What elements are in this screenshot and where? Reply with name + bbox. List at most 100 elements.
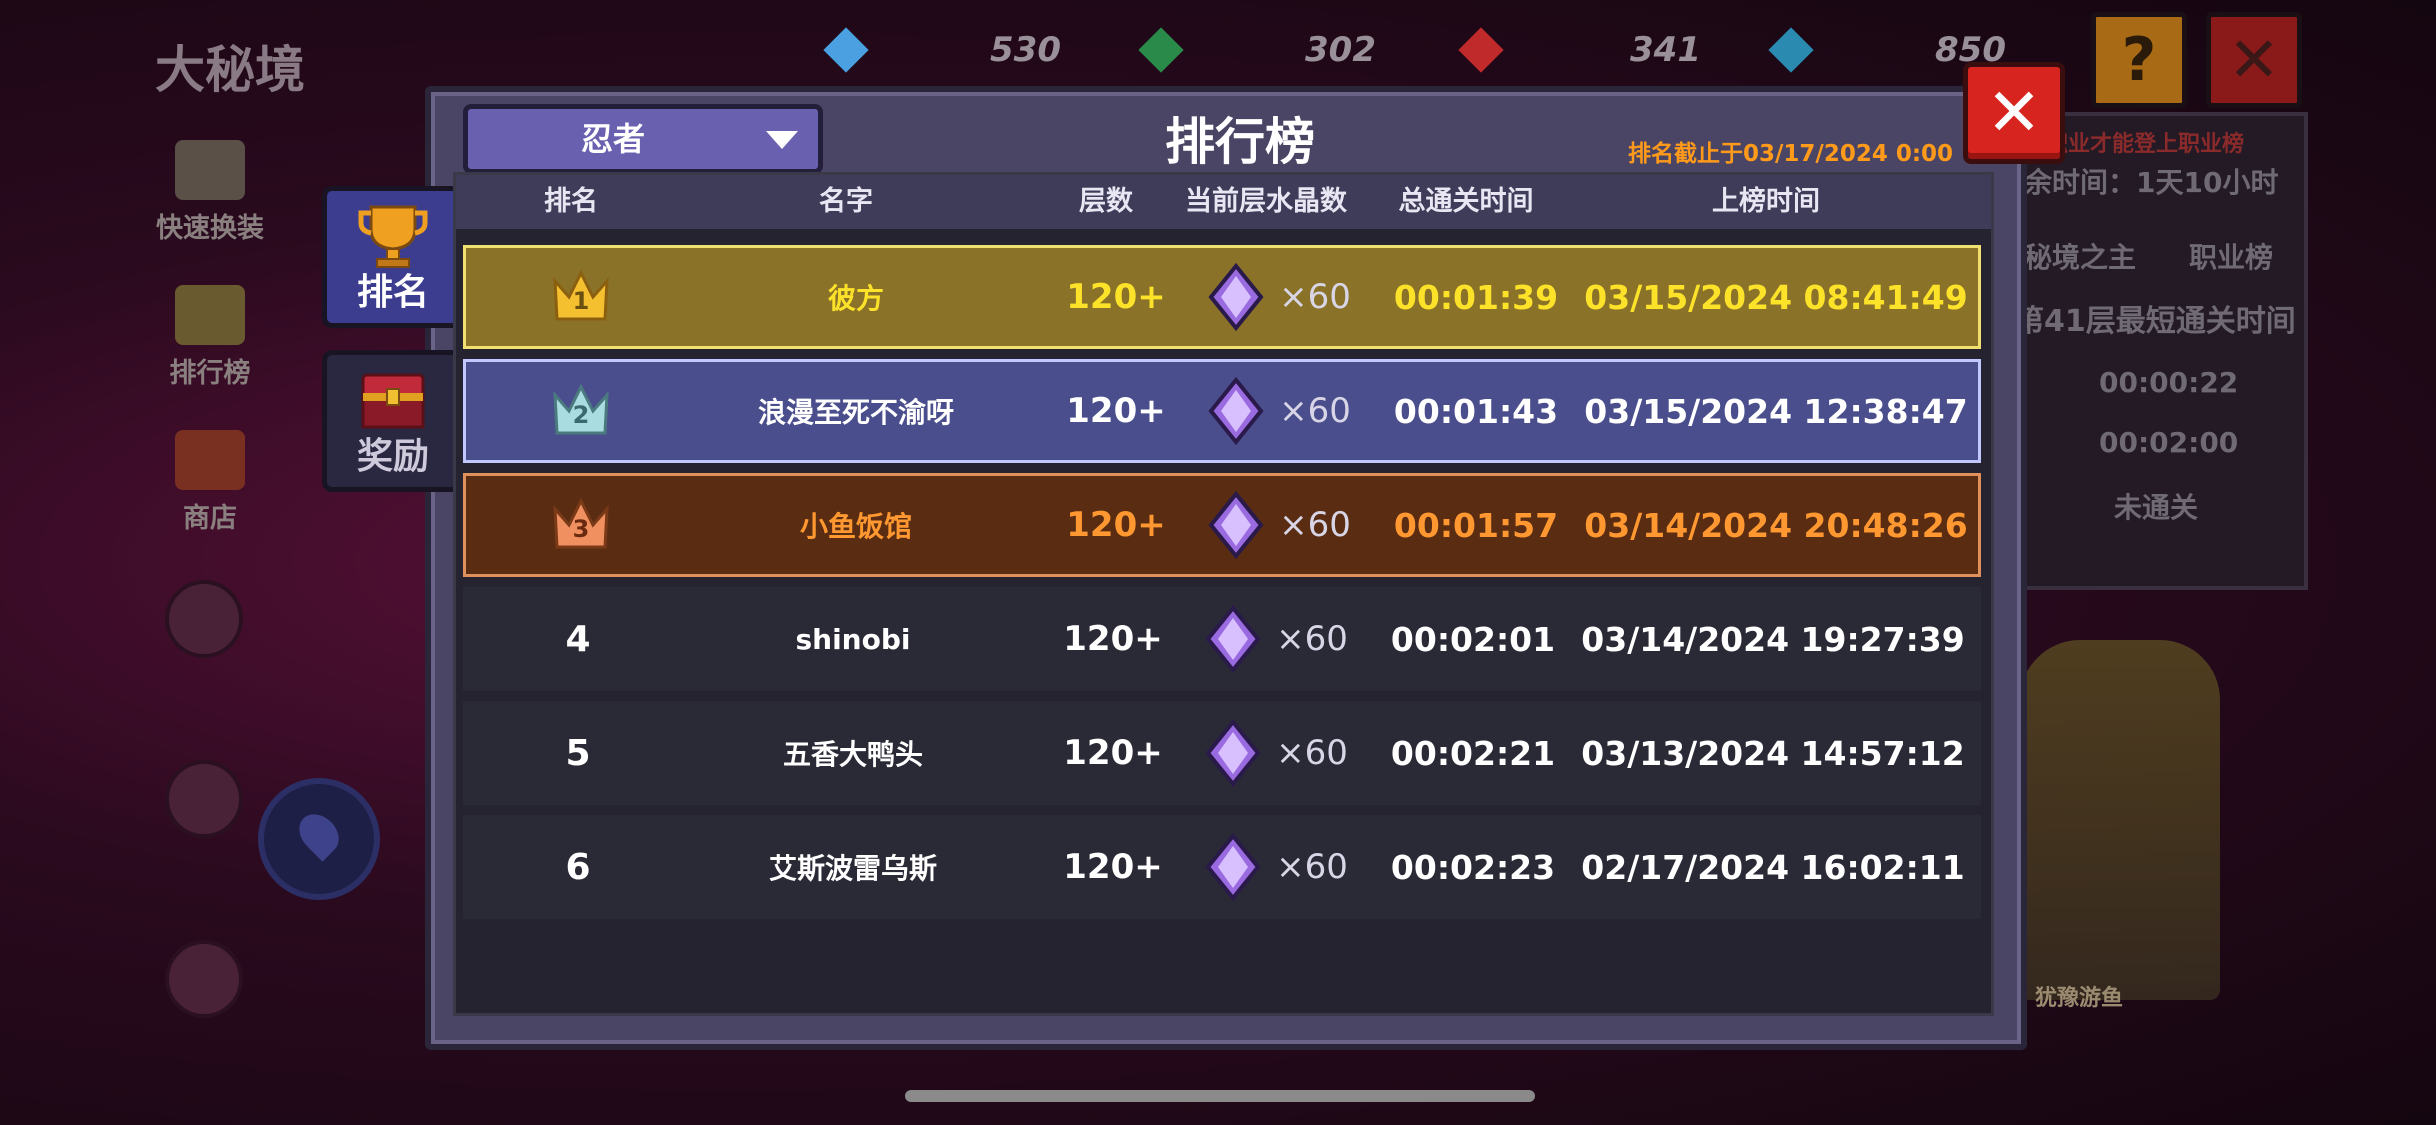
total-clear-time: 00:01:57 bbox=[1393, 505, 1559, 545]
player-name: 浪漫至死不渝呀 bbox=[757, 396, 954, 429]
home-indicator[interactable] bbox=[905, 1090, 1535, 1102]
table-row[interactable]: 3 小鱼饭馆 120+ ×60 00:01:57 03/14/2024 20:4… bbox=[463, 473, 1981, 577]
trophy-icon bbox=[175, 285, 245, 345]
sidebar-item-leaderboard[interactable]: 排行榜 bbox=[150, 285, 270, 390]
silver-crown-icon: 2 bbox=[551, 381, 611, 441]
crystal-icon bbox=[1205, 604, 1261, 674]
tab-class-board[interactable]: 职业榜 bbox=[2189, 236, 2273, 276]
sidebar-item-quick-equip[interactable]: 快速换装 bbox=[150, 140, 270, 245]
tab-dungeon-master[interactable]: 秘境之主 bbox=[2024, 236, 2136, 276]
stat-value: 302 bbox=[1305, 30, 1376, 70]
column-header-crystals: 当前层水晶数 bbox=[1185, 186, 1347, 217]
best-time: 00:00:22 bbox=[2099, 366, 2239, 399]
gem-icon bbox=[1138, 27, 1184, 73]
crystal-count: ×60 bbox=[1279, 391, 1351, 431]
close-icon: ✕ bbox=[2228, 23, 2280, 96]
remaining-time: 余时间：1天10小时 bbox=[2024, 166, 2279, 199]
statue-label: 犹豫游鱼 bbox=[2035, 986, 2124, 1011]
column-header-list-time: 上榜时间 bbox=[1712, 186, 1820, 217]
floor-count: 120+ bbox=[1066, 277, 1166, 317]
column-header-name: 名字 bbox=[819, 186, 873, 217]
floor-count: 120+ bbox=[1063, 619, 1163, 659]
rank-number: 5 bbox=[565, 732, 591, 774]
crystal-icon bbox=[1205, 832, 1261, 902]
total-clear-time: 00:01:43 bbox=[1393, 391, 1559, 431]
best-time: 00:02:00 bbox=[2099, 426, 2239, 459]
tab-ranking-label: 排名 bbox=[356, 272, 429, 313]
modal-title: 排行榜 bbox=[1165, 113, 1315, 171]
armor-icon bbox=[175, 140, 245, 200]
rank-number: 4 bbox=[565, 618, 591, 660]
floor-count: 120+ bbox=[1063, 733, 1163, 773]
sidebar-item-shop[interactable]: 商店 bbox=[150, 430, 270, 535]
total-clear-time: 00:02:21 bbox=[1390, 733, 1556, 773]
table-row[interactable]: 5 五香大鸭头 120+ ×60 00:02:21 03/13/2024 14:… bbox=[463, 701, 1981, 805]
table-row[interactable]: 2 浪漫至死不渝呀 120+ ×60 00:01:43 03/15/2024 1… bbox=[463, 359, 1981, 463]
total-clear-time: 00:01:39 bbox=[1393, 277, 1559, 317]
dungeon-title: 大秘境 bbox=[155, 41, 305, 99]
crystal-count: ×60 bbox=[1276, 733, 1348, 773]
crystal-cell: ×60 bbox=[1176, 248, 1376, 346]
crystal-icon bbox=[1208, 262, 1264, 332]
rank-cell: 1 bbox=[506, 248, 656, 346]
leaderboard-table: 排名 名字 层数 当前层水晶数 总通关时间 上榜时间 1 彼方 120+ ×60… bbox=[453, 172, 1994, 1016]
list-time: 03/15/2024 12:38:47 bbox=[1584, 391, 1968, 431]
sidebar-item-label: 排行榜 bbox=[169, 358, 251, 389]
right-info-panel: 榜职业才能登上职业榜 余时间：1天10小时 秘境之主 职业榜 第41层最短通关时… bbox=[2000, 112, 2308, 590]
list-time: 03/15/2024 08:41:49 bbox=[1584, 277, 1968, 317]
list-time: 03/13/2024 14:57:12 bbox=[1581, 733, 1965, 773]
crystal-cell: ×60 bbox=[1173, 815, 1373, 919]
background-close-button[interactable]: ✕ bbox=[2206, 12, 2302, 108]
panel-subtitle: 第41层最短通关时间 bbox=[2014, 304, 2296, 339]
ranking-cutoff-text: 排名截止于03/17/2024 0:00 bbox=[1628, 141, 1954, 167]
list-time: 03/14/2024 20:48:26 bbox=[1584, 505, 1968, 545]
floor-count: 120+ bbox=[1063, 847, 1163, 887]
crystal-icon bbox=[1208, 490, 1264, 560]
player-name: 彼方 bbox=[827, 282, 884, 315]
sidebar-item-label: 商店 bbox=[183, 503, 237, 534]
close-button[interactable]: ✕ bbox=[1963, 62, 2065, 164]
crystal-cell: ×60 bbox=[1173, 587, 1373, 691]
rank-number: 1 bbox=[572, 287, 590, 315]
shop-icon bbox=[175, 430, 245, 490]
chevron-down-icon bbox=[766, 131, 798, 149]
column-header-total-time: 总通关时间 bbox=[1398, 186, 1534, 217]
map-pin-button[interactable] bbox=[258, 778, 380, 900]
tab-rewards-label: 奖励 bbox=[356, 436, 429, 477]
question-icon: ? bbox=[2121, 25, 2157, 95]
total-clear-time: 00:02:23 bbox=[1390, 847, 1556, 887]
rank-number: 3 bbox=[572, 515, 590, 543]
table-row[interactable]: 4 shinobi 120+ ×60 00:02:01 03/14/2024 1… bbox=[463, 587, 1981, 691]
gem-icon bbox=[1458, 27, 1504, 73]
tab-ranking[interactable]: 排名 bbox=[322, 186, 464, 328]
locked-node-icon bbox=[165, 940, 243, 1018]
player-name: shinobi bbox=[795, 622, 911, 656]
path-node[interactable] bbox=[165, 760, 243, 838]
crystal-cell: ×60 bbox=[1176, 476, 1376, 574]
path-node[interactable] bbox=[165, 580, 243, 658]
table-row[interactable]: 6 艾斯波雷乌斯 120+ ×60 00:02:23 02/17/2024 16… bbox=[463, 815, 1981, 919]
tab-rewards[interactable]: 奖励 bbox=[322, 350, 464, 492]
gem-icon bbox=[1768, 27, 1814, 73]
crystal-icon bbox=[1205, 718, 1261, 788]
class-dropdown-value: 忍者 bbox=[580, 120, 645, 158]
crystal-icon bbox=[1208, 376, 1264, 446]
crystal-count: ×60 bbox=[1276, 619, 1348, 659]
crystal-cell: ×60 bbox=[1173, 701, 1373, 805]
class-dropdown[interactable]: 忍者 bbox=[463, 104, 823, 174]
map-pin-icon bbox=[291, 806, 347, 862]
crystal-count: ×60 bbox=[1279, 277, 1351, 317]
crystal-count: ×60 bbox=[1279, 505, 1351, 545]
player-name: 小鱼饭馆 bbox=[799, 510, 912, 543]
rank-number: 6 bbox=[565, 846, 591, 888]
close-icon: ✕ bbox=[1986, 74, 2042, 151]
table-row[interactable]: 1 彼方 120+ ×60 00:01:39 03/15/2024 08:41:… bbox=[463, 245, 1981, 349]
player-name: 五香大鸭头 bbox=[782, 738, 923, 771]
stat-value: 341 bbox=[1630, 30, 1701, 70]
bronze-crown-icon: 3 bbox=[551, 495, 611, 555]
gem-icon bbox=[823, 27, 869, 73]
sidebar-item-label: 快速换装 bbox=[156, 213, 264, 244]
help-button[interactable]: ? bbox=[2091, 12, 2187, 108]
floor-count: 120+ bbox=[1066, 505, 1166, 545]
player-statue[interactable] bbox=[2020, 640, 2220, 1000]
